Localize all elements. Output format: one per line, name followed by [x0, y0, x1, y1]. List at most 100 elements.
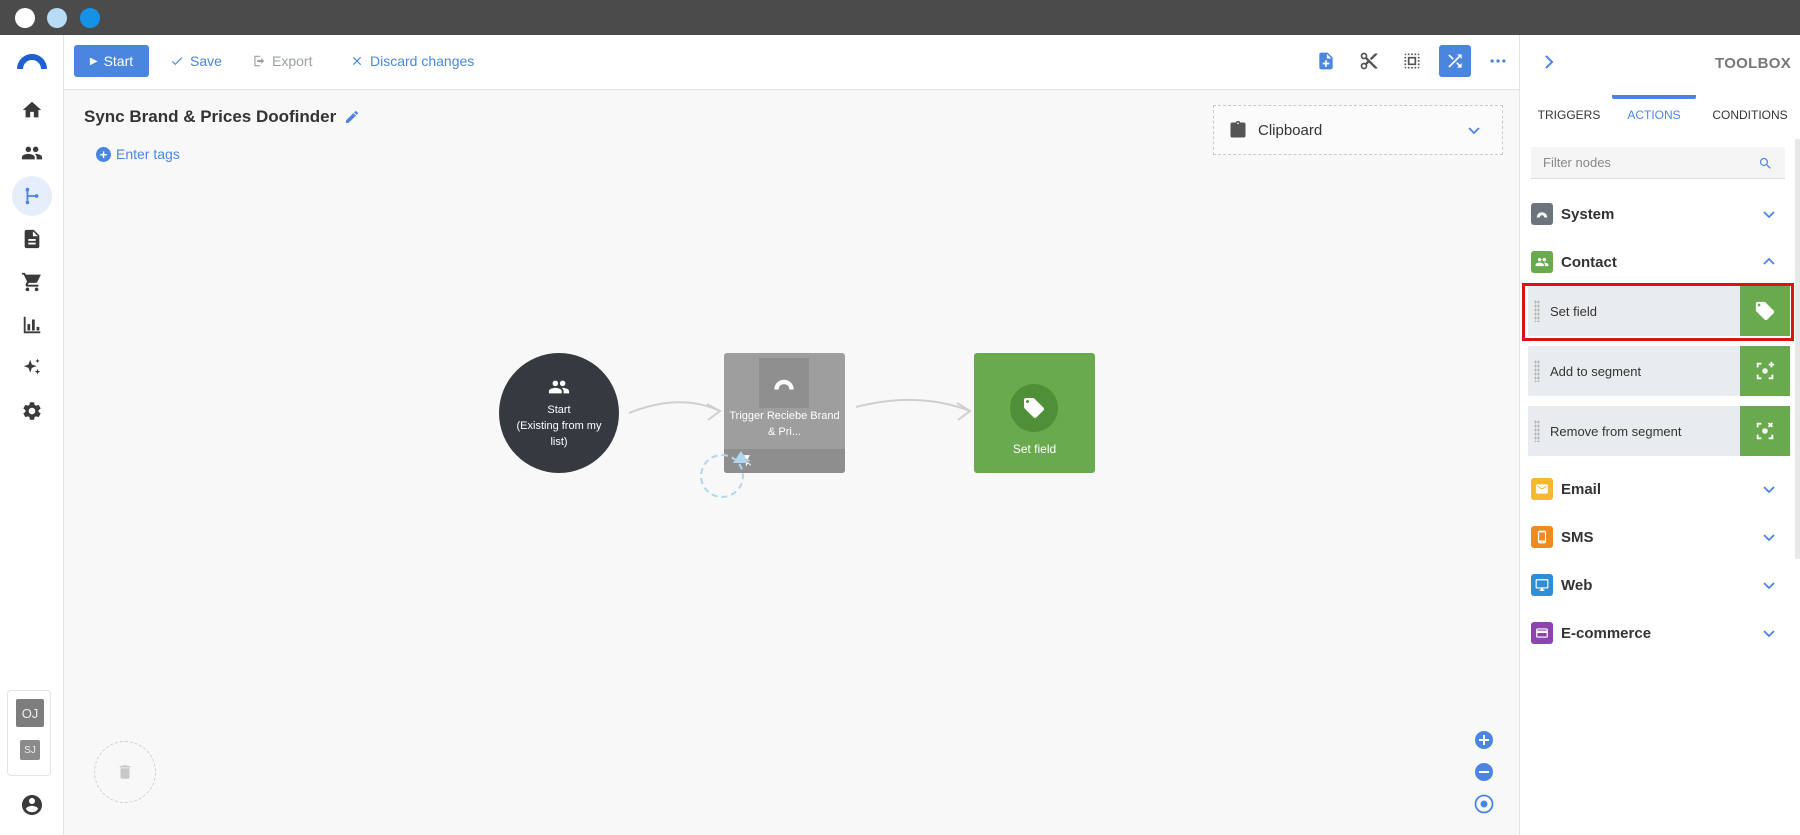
segment-add-icon — [1740, 346, 1790, 396]
enter-tags-button[interactable]: + Enter tags — [96, 146, 180, 162]
chevron-down-icon — [1763, 630, 1775, 638]
action-add-to-segment[interactable]: Add to segment — [1528, 346, 1790, 396]
category-system[interactable]: System — [1531, 194, 1785, 234]
tab-conditions[interactable]: CONDITIONS — [1700, 95, 1800, 135]
people-icon — [21, 146, 43, 160]
chevron-down-icon — [1763, 582, 1775, 590]
center-view-icon[interactable] — [1474, 794, 1494, 814]
credit-card-icon — [1531, 622, 1553, 644]
drag-handle-icon[interactable] — [1534, 360, 1540, 382]
tag-icon — [1740, 286, 1790, 336]
system-arc-icon — [1531, 203, 1553, 225]
home-icon — [22, 101, 42, 118]
toolbox-header: TOOLBOX — [1520, 35, 1800, 95]
chevron-down-icon — [1763, 534, 1775, 542]
nav-ai[interactable] — [12, 348, 52, 388]
trigger-node-icon-box — [759, 358, 809, 408]
sparkles-icon — [23, 358, 41, 375]
export-icon — [254, 55, 265, 67]
trash-dropzone[interactable] — [94, 741, 156, 803]
check-icon — [171, 57, 183, 66]
flow-branch-icon — [25, 187, 39, 205]
category-email[interactable]: Email — [1531, 469, 1785, 509]
discard-changes-button[interactable]: Discard changes — [350, 45, 474, 77]
avatar-secondary[interactable]: SJ — [20, 740, 40, 760]
nav-contacts[interactable] — [12, 133, 52, 173]
nav-automation[interactable] — [12, 176, 52, 216]
cut-button[interactable] — [1353, 45, 1385, 77]
zoom-in-icon[interactable] — [1474, 730, 1494, 750]
category-ecommerce[interactable]: E-commerce — [1531, 613, 1785, 653]
clipboard-panel[interactable]: Clipboard — [1213, 105, 1503, 155]
filter-nodes-input[interactable]: Filter nodes — [1531, 147, 1785, 179]
category-sms[interactable]: SMS — [1531, 517, 1785, 557]
phone-icon — [1531, 526, 1553, 548]
more-options-button[interactable] — [1482, 45, 1514, 77]
segment-remove-icon — [1740, 406, 1790, 456]
play-icon: ▶ — [89, 55, 98, 67]
note-add-icon — [1319, 52, 1333, 70]
system-arc-icon — [774, 379, 794, 390]
trash-icon — [119, 765, 131, 779]
tab-actions[interactable]: ACTIONS — [1612, 95, 1696, 135]
drag-handle-icon[interactable] — [1534, 420, 1540, 442]
nav-home[interactable] — [12, 90, 52, 130]
action-remove-from-segment[interactable]: Remove from segment — [1528, 406, 1790, 456]
editor-toolbar: ▶ Start Save Export Discard changes — [64, 35, 1519, 90]
loop-arrow-icon — [733, 451, 749, 463]
window-close-button[interactable] — [15, 8, 35, 28]
shuffle-icon — [1448, 54, 1462, 68]
flow-title: Sync Brand & Prices Doofinder — [84, 107, 360, 127]
action-set-field[interactable]: Set field — [1528, 286, 1790, 336]
scissors-icon — [1360, 52, 1378, 70]
nav-settings[interactable] — [12, 391, 52, 431]
export-button[interactable]: Export — [252, 45, 312, 77]
clipboard-icon — [1230, 120, 1246, 138]
chevron-up-icon — [1763, 257, 1775, 265]
select-all-icon — [1404, 53, 1420, 69]
chevron-right-icon[interactable] — [1538, 51, 1560, 73]
nav-reports[interactable] — [12, 305, 52, 345]
app-logo[interactable] — [15, 52, 49, 70]
more-horizontal-icon — [1490, 59, 1506, 63]
email-icon — [1531, 478, 1553, 500]
trigger-node-label: Trigger Reciebe Brand & Pri... — [729, 410, 840, 438]
add-note-button[interactable] — [1310, 45, 1342, 77]
save-button[interactable]: Save — [170, 45, 222, 77]
left-nav: OJ SJ — [0, 35, 64, 835]
category-web[interactable]: Web — [1531, 565, 1785, 605]
nav-ecommerce[interactable] — [12, 262, 52, 302]
tab-triggers[interactable]: TRIGGERS — [1528, 95, 1610, 135]
avatar[interactable]: OJ — [16, 699, 44, 727]
chevron-down-icon[interactable] — [1466, 122, 1482, 138]
toolbox-scrollbar[interactable] — [1795, 139, 1800, 559]
account-circle-icon[interactable] — [20, 793, 44, 817]
set-field-node[interactable]: Set field — [974, 353, 1095, 473]
select-area-button[interactable] — [1396, 45, 1428, 77]
people-icon — [1531, 251, 1553, 273]
toolbox-panel: TOOLBOX TRIGGERS ACTIONS CONDITIONS Filt… — [1519, 35, 1800, 835]
pencil-icon[interactable] — [344, 109, 360, 125]
start-node[interactable]: Start (Existing from my list) — [499, 353, 619, 473]
zoom-out-icon[interactable] — [1474, 762, 1494, 782]
auto-layout-button[interactable] — [1439, 45, 1471, 77]
people-icon — [548, 380, 570, 394]
chevron-down-icon — [1763, 486, 1775, 494]
nav-documents[interactable] — [12, 219, 52, 259]
cart-icon — [21, 272, 41, 292]
flow-canvas[interactable]: Sync Brand & Prices Doofinder + Enter ta… — [64, 91, 1519, 835]
document-icon — [24, 229, 40, 249]
drag-handle-icon[interactable] — [1534, 300, 1540, 322]
window-maximize-button[interactable] — [80, 8, 100, 28]
gear-icon — [23, 402, 41, 420]
toolbox-tabs: TRIGGERS ACTIONS CONDITIONS — [1520, 95, 1800, 135]
toolbox-title: TOOLBOX — [1715, 55, 1791, 72]
window-titlebar — [0, 0, 1800, 35]
category-contact[interactable]: Contact — [1531, 242, 1785, 282]
set-field-node-icon — [1010, 384, 1058, 432]
start-button[interactable]: ▶ Start — [74, 45, 149, 77]
user-switcher[interactable]: OJ SJ — [7, 690, 51, 776]
window-minimize-button[interactable] — [47, 8, 67, 28]
close-icon — [352, 56, 362, 66]
search-icon — [1759, 157, 1771, 169]
